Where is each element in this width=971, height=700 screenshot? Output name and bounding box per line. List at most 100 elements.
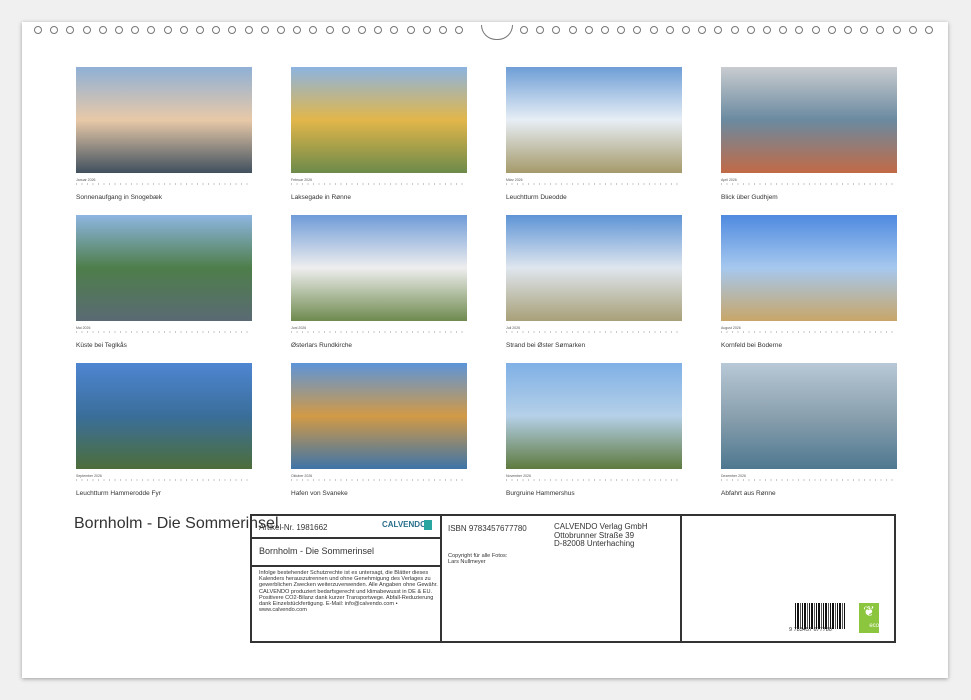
month-label: Juli 2026 [506,326,682,330]
binding-hole [147,26,155,34]
eco-badge: ❦eco [859,603,879,633]
binding-hole [83,26,91,34]
binding-hole [164,26,172,34]
photo-caption: Küste bei Teglkås [76,342,252,349]
binding-hole [925,26,933,34]
binding-hole [309,26,317,34]
day-strip [76,183,252,191]
binding-hole [909,26,917,34]
photo-caption: Leuchtturm Hammerodde Fyr [76,490,252,497]
binding-hole [860,26,868,34]
month-photo [76,363,252,469]
binding-hole [585,26,593,34]
binding-hole [455,26,463,34]
binding-hole [261,26,269,34]
binding-hole [66,26,74,34]
month-label: März 2026 [506,178,682,182]
day-strip [76,479,252,487]
binding-hole [682,26,690,34]
isbn: ISBN 9783457677780 [448,524,527,533]
photo-caption: Kornfeld bei Boderne [721,342,897,349]
month-label: Mai 2026 [76,326,252,330]
month-label: April 2026 [721,178,897,182]
month-photo [291,67,467,173]
legal-text: Infolge bestehender Schutzrechte ist es … [259,570,439,613]
barcode [795,603,845,629]
month-cell: Juli 2026 Strand bei Øster Sømarken [506,215,682,349]
day-strip [721,479,897,487]
month-cell: Januar 2026 Sonnenaufgang in Snogebæk [76,67,252,201]
binding-hole [650,26,658,34]
binding-hole [844,26,852,34]
day-strip [721,331,897,339]
binding-hole [617,26,625,34]
month-photo [506,215,682,321]
binding-hole [407,26,415,34]
photo-caption: Blick über Gudhjem [721,194,897,201]
month-cell: August 2026 Kornfeld bei Boderne [721,215,897,349]
binding-hole [358,26,366,34]
month-label: Februar 2026 [291,178,467,182]
month-photo [721,363,897,469]
photo-caption: Abfahrt aus Rønne [721,490,897,497]
binding-hole [342,26,350,34]
book-title: Bornholm - Die Sommerinsel [259,546,374,556]
binding-hole [795,26,803,34]
calendar-back-page: Januar 2026 Sonnenaufgang in Snogebæk Fe… [22,22,948,678]
month-label: Juni 2026 [291,326,467,330]
photo-caption: Strand bei Øster Sømarken [506,342,682,349]
month-cell: November 2026 Burgruine Hammershus [506,363,682,497]
binding-hole [212,26,220,34]
calendar-title: Bornholm - Die Sommerinsel [74,516,279,532]
month-label: August 2026 [721,326,897,330]
binding-hole [601,26,609,34]
photo-caption: Burgruine Hammershus [506,490,682,497]
binding-hole [277,26,285,34]
photo-caption: Hafen von Svaneke [291,490,467,497]
binding-hole [196,26,204,34]
photo-caption: Leuchtturm Dueodde [506,194,682,201]
binding-hole [666,26,674,34]
binding-hole [633,26,641,34]
calvendo-logo: CALVENDO [382,520,426,529]
calvendo-logo-icon [424,520,432,530]
month-cell: Februar 2026 Laksegade in Rønne [291,67,467,201]
month-photo [506,67,682,173]
binding-hole [390,26,398,34]
month-cell: Oktober 2026 Hafen von Svaneke [291,363,467,497]
month-photo [291,363,467,469]
month-photo [721,67,897,173]
binding-hole [779,26,787,34]
info-box: Artikel-Nr. 1981662 CALVENDO Bornholm - … [250,514,896,643]
day-strip [291,331,467,339]
month-label: Januar 2026 [76,178,252,182]
binding-hole [115,26,123,34]
month-photo [721,215,897,321]
day-strip [506,183,682,191]
month-photo [76,67,252,173]
month-cell: April 2026 Blick über Gudhjem [721,67,897,201]
photo-caption: Østerlars Rundkirche [291,342,467,349]
photo-copyright: Copyright für alle Fotos:Lars Nullmeyer [448,553,507,566]
binding-hole [876,26,884,34]
month-cell: März 2026 Leuchtturm Dueodde [506,67,682,201]
binding-hole [569,26,577,34]
binding-hole [293,26,301,34]
binding-hole [245,26,253,34]
binding-hole [34,26,42,34]
month-label: September 2026 [76,474,252,478]
day-strip [506,331,682,339]
month-label: Oktober 2026 [291,474,467,478]
barcode-number: 9 783457 677780 [789,627,832,633]
publisher-address: CALVENDO Verlag GmbHOttobrunner Straße 3… [554,523,648,549]
binding-hole [228,26,236,34]
binding-hole [552,26,560,34]
day-strip [721,183,897,191]
binding-hole [828,26,836,34]
binding-hole [374,26,382,34]
binding-hole [763,26,771,34]
day-strip [291,479,467,487]
month-cell: Juni 2026 Østerlars Rundkirche [291,215,467,349]
day-strip [291,183,467,191]
binding-hole [131,26,139,34]
